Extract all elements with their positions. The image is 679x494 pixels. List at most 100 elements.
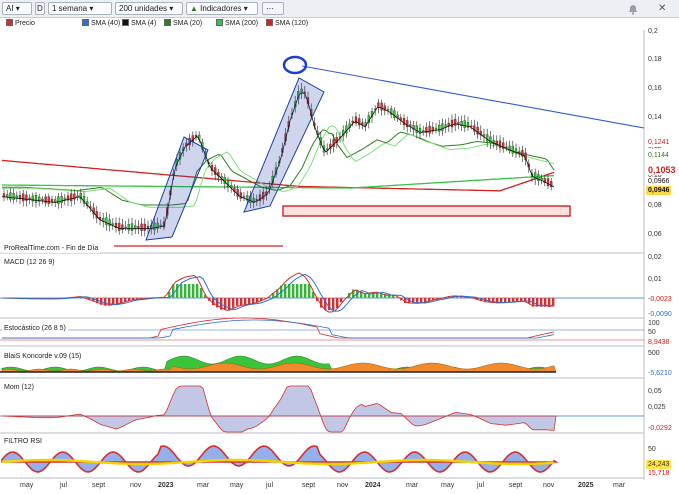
chart-canvas[interactable]	[0, 0, 679, 494]
x-tick-label: may	[20, 482, 34, 489]
candle-body	[537, 174, 540, 182]
macd-histogram-bar	[224, 298, 227, 310]
macd-histogram-bar	[292, 284, 295, 298]
price-value-badge: 0,1241	[646, 138, 672, 147]
x-tick-label: 2023	[158, 482, 174, 489]
macd-histogram-bar	[296, 284, 299, 298]
macd-histogram-bar	[504, 298, 507, 303]
mom-value-badge: -0,0292	[648, 425, 672, 432]
uptrend-channel-1	[145, 136, 209, 241]
macd-histogram-bar	[284, 284, 287, 298]
descending-trendline	[301, 65, 645, 129]
candle-body	[428, 125, 431, 134]
koncorde-label[interactable]: BlaiS Koncorde v.09 (15)	[2, 352, 84, 361]
candle-body	[415, 125, 418, 133]
candle-body	[34, 195, 38, 203]
candle-body	[402, 118, 406, 126]
candle-body	[386, 109, 390, 111]
candle-body	[28, 197, 31, 200]
x-tick-label: sept	[509, 482, 523, 489]
price-tick-label: 0,06	[648, 231, 662, 238]
mom-tick-label: 0,025	[648, 404, 666, 411]
candle-body	[76, 195, 79, 197]
macd-label[interactable]: MACD (12 26 9)	[2, 258, 57, 267]
macd-tick-label: 0,02	[648, 254, 662, 261]
candle-body	[434, 127, 438, 130]
candle-body	[25, 194, 28, 201]
candle-body	[57, 196, 60, 204]
candle-body	[6, 194, 9, 198]
price-tick-label: 0,18	[648, 56, 662, 63]
x-tick-label: nov	[337, 482, 349, 489]
price-value-badge: 0,1053	[646, 165, 678, 175]
price-tick-label: 0,08	[648, 202, 662, 209]
candle-body	[140, 223, 143, 231]
candle-body	[118, 223, 121, 231]
x-tick-label: sept	[92, 482, 106, 489]
x-tick-label: 2024	[365, 482, 381, 489]
candle-body	[70, 193, 73, 202]
x-tick-label: sept	[302, 482, 316, 489]
candle-body	[105, 217, 108, 226]
candle-body	[489, 136, 492, 144]
candle-body	[146, 226, 150, 229]
momentum-label[interactable]: Mom (12)	[2, 383, 36, 392]
candle-body	[44, 196, 47, 204]
candle-body	[438, 124, 441, 132]
candle-body	[41, 198, 44, 201]
macd-histogram-bar	[308, 284, 311, 298]
macd-histogram-bar	[516, 298, 519, 302]
x-tick-label: 2025	[578, 482, 594, 489]
price-value-badge: 0,1144	[646, 151, 671, 160]
macd-histogram-bar	[252, 298, 255, 304]
x-tick-label: may	[441, 482, 455, 489]
candle-body	[463, 120, 466, 129]
candle-body	[358, 118, 361, 126]
candle-body	[143, 223, 146, 231]
candle-body	[15, 195, 18, 198]
macd-histogram-bar	[176, 284, 179, 298]
candle-body	[534, 172, 537, 180]
macd-histogram-bar	[116, 298, 119, 304]
candle-body	[242, 196, 246, 198]
candle-body	[505, 146, 508, 148]
candle-body	[63, 197, 66, 200]
macd-histogram-bar	[180, 284, 183, 298]
macd-histogram-bar	[248, 298, 251, 305]
macd-histogram-bar	[188, 284, 191, 298]
candle-body	[498, 140, 502, 148]
x-tick-label: jul	[266, 482, 274, 489]
candle-body	[9, 192, 12, 200]
stochastic-label[interactable]: Estocástico (26 8 5)	[2, 324, 68, 333]
rsi-filter-area	[1, 445, 559, 473]
source-note: ProRealTime.com - Fin de Día	[2, 244, 101, 253]
candle-body	[47, 196, 50, 204]
candle-body	[450, 119, 454, 128]
candle-body	[130, 223, 134, 231]
macd-histogram-bar	[508, 298, 511, 303]
candle-body	[127, 224, 130, 231]
macd-histogram-bar	[300, 284, 303, 298]
candle-body	[476, 127, 479, 135]
macd-histogram-bar	[512, 298, 515, 302]
macd-histogram-bar	[244, 298, 247, 306]
x-tick-label: jul	[477, 482, 485, 489]
target-zone-box	[282, 205, 571, 217]
momentum-area	[1, 385, 557, 433]
mom-tick-label: 0,05	[648, 388, 662, 395]
macd-histogram-bar	[236, 298, 239, 306]
stoch-d-line	[2, 319, 555, 339]
macd-histogram-bar	[200, 287, 203, 298]
candle-body	[22, 193, 25, 202]
candle-body	[60, 196, 63, 203]
rsi-filter-label[interactable]: FILTRO RSI	[2, 437, 44, 446]
chart-window: AI ▾ D 1 semana ▾ 200 unidades ▾ ▲ Indic…	[0, 0, 679, 494]
price-tick-label: 0,2	[648, 28, 658, 35]
candle-body	[454, 119, 457, 126]
x-tick-label: nov	[130, 482, 142, 489]
candle-body	[518, 151, 521, 153]
candle-body	[540, 178, 543, 181]
price-tick-label: 0,14	[648, 114, 662, 121]
candle-body	[137, 225, 140, 229]
macd-histogram-bar	[196, 284, 199, 298]
